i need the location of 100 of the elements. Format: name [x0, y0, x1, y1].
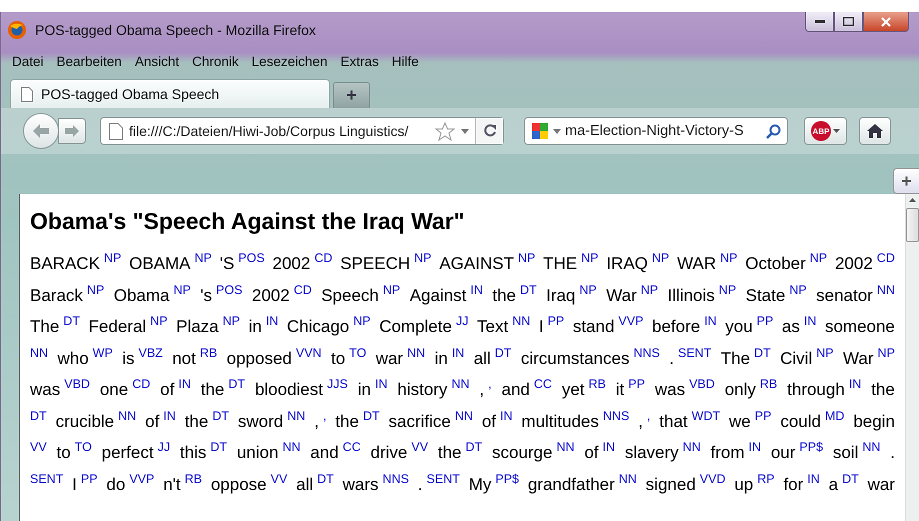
- pos-tag: DT: [228, 377, 246, 391]
- pos-tag: IN: [807, 472, 820, 486]
- page-heading: Obama's "Speech Against the Iraq War": [30, 208, 466, 235]
- pos-tag: PP: [80, 472, 98, 486]
- pos-tag: IN: [500, 408, 513, 422]
- new-tab-button[interactable]: +: [333, 82, 370, 108]
- pos-tag: PP: [756, 314, 774, 328]
- menu-item[interactable]: Datei: [12, 54, 44, 68]
- pos-tag: RP: [757, 472, 775, 486]
- pos-tag: IN: [748, 440, 762, 454]
- pos-tag: NN: [512, 314, 530, 328]
- word: scourge: [492, 443, 552, 462]
- word: the: [184, 412, 208, 430]
- word: as: [782, 317, 800, 336]
- pos-tag: WP: [92, 346, 113, 360]
- word: could: [780, 412, 821, 430]
- window-title: POS-tagged Obama Speech - Mozilla Firefox: [35, 22, 317, 38]
- word: and: [502, 380, 530, 399]
- pos-tag: CC: [342, 440, 361, 454]
- pos-tag: CC: [534, 377, 552, 391]
- word: drive: [370, 443, 408, 462]
- forward-button[interactable]: [58, 118, 86, 144]
- maximize-button[interactable]: [834, 12, 863, 32]
- word: 2002: [272, 254, 310, 273]
- menu-item[interactable]: Bearbeiten: [56, 54, 122, 68]
- pos-tag: NP: [816, 346, 834, 360]
- word: ,: [638, 412, 643, 430]
- pos-tag: IN: [804, 314, 816, 328]
- pos-tag: JJ: [158, 440, 170, 454]
- scroll-thumb[interactable]: [906, 208, 919, 242]
- menu-item[interactable]: Lesezeichen: [252, 54, 328, 68]
- word: Illinois: [668, 286, 715, 304]
- word: do: [106, 474, 126, 494]
- pos-tag: SENT: [426, 472, 460, 486]
- pos-tag: NP: [640, 282, 658, 296]
- pos-tag: ,: [646, 408, 650, 422]
- pos-tag: NP: [518, 251, 536, 265]
- home-button[interactable]: [859, 117, 891, 145]
- word: is: [122, 348, 134, 368]
- scroll-up-icon[interactable]: [909, 198, 916, 202]
- menu-item[interactable]: Hilfe: [392, 54, 419, 68]
- word: history: [397, 380, 448, 399]
- dropdown-caret-icon[interactable]: [553, 128, 561, 134]
- word: The: [720, 348, 750, 368]
- search-field[interactable]: ma-Election-Night-Victory-S: [524, 117, 788, 145]
- word: we: [729, 412, 751, 430]
- menu-item[interactable]: Chronik: [192, 54, 239, 68]
- star-icon[interactable]: [435, 122, 455, 140]
- word: this: [180, 443, 206, 462]
- word: oppose: [210, 474, 267, 494]
- page-icon: [21, 86, 33, 102]
- word: to: [330, 348, 346, 368]
- pos-tag: IN: [163, 408, 176, 422]
- search-engine-icon[interactable]: [531, 122, 549, 140]
- add-button[interactable]: +: [893, 168, 919, 194]
- menu-item[interactable]: Extras: [340, 54, 379, 68]
- browser-tab[interactable]: POS-tagged Obama Speech: [10, 79, 330, 108]
- minimize-icon: [814, 20, 824, 24]
- word: sacrifice: [388, 412, 451, 430]
- pos-tag: JJS: [327, 377, 348, 391]
- word: yet: [562, 380, 585, 399]
- word: Complete: [379, 317, 452, 336]
- search-icon[interactable]: [766, 124, 781, 138]
- word: of: [145, 412, 160, 430]
- menu-item[interactable]: Ansicht: [134, 54, 180, 68]
- pos-tag: NP: [718, 282, 736, 296]
- word: union: [236, 443, 278, 462]
- word: War: [843, 348, 874, 368]
- word: in: [434, 348, 448, 368]
- word: My: [468, 474, 492, 494]
- pos-tag: NN: [682, 440, 701, 454]
- forward-arrow-icon: [64, 124, 80, 138]
- close-button[interactable]: [863, 12, 909, 32]
- word: State: [746, 286, 786, 304]
- pos-tag: IN: [470, 282, 483, 296]
- word: perfect: [102, 443, 154, 462]
- pos-tag: ,: [322, 408, 326, 422]
- back-button[interactable]: [23, 113, 59, 149]
- word: October: [745, 254, 806, 273]
- word: the: [492, 286, 516, 304]
- pos-tag: PP$: [495, 472, 519, 486]
- pos-tag: IN: [374, 377, 388, 391]
- address-field[interactable]: file:///C:/Dateien/Hiwi-Job/Corpus Linguistics/: [100, 117, 504, 145]
- dropdown-caret-icon[interactable]: [461, 128, 469, 134]
- word: Plaza: [176, 317, 219, 336]
- word: our: [770, 443, 796, 462]
- word: multitudes: [521, 412, 599, 430]
- minimize-button[interactable]: [805, 12, 834, 32]
- pos-tag: DT: [210, 440, 228, 454]
- pos-tag: POS: [216, 282, 242, 296]
- search-text: ma-Election-Night-Victory-S: [565, 123, 745, 139]
- word: I: [538, 317, 544, 336]
- pos-tag: PP: [628, 377, 645, 391]
- scrollbar[interactable]: [905, 194, 919, 521]
- adblock-button[interactable]: ABP: [804, 117, 847, 145]
- word: grandfather: [528, 474, 615, 494]
- pos-tag: DT: [520, 282, 537, 296]
- pos-tag: NN: [282, 440, 300, 454]
- reload-button[interactable]: [475, 118, 503, 144]
- word: the: [335, 412, 359, 430]
